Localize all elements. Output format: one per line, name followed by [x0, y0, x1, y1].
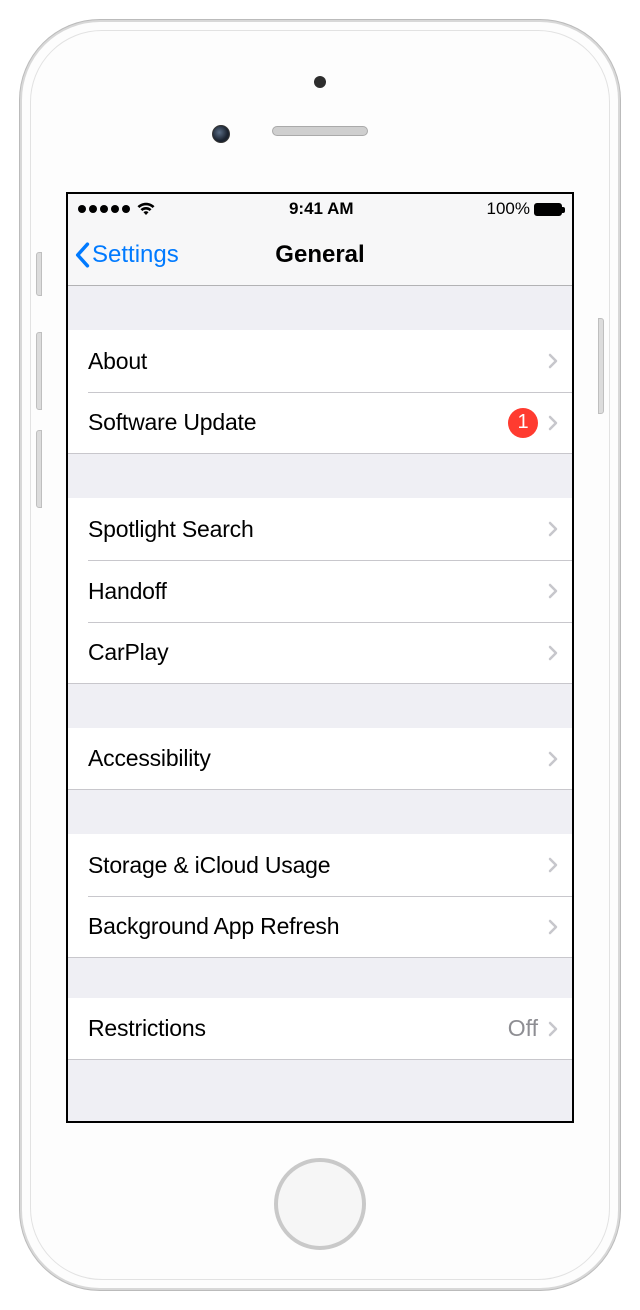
status-left	[78, 202, 156, 216]
cell-label: Background App Refresh	[88, 913, 548, 940]
group-spacer	[68, 454, 572, 498]
cell-divider	[88, 392, 572, 393]
group-spacer	[68, 1060, 572, 1100]
top-sensor-dot	[314, 76, 326, 88]
chevron-right-icon	[548, 919, 558, 935]
cell-divider	[88, 622, 572, 623]
cell-label: CarPlay	[88, 639, 548, 666]
cell-about[interactable]: About	[68, 330, 572, 392]
mute-switch	[36, 252, 42, 296]
back-label: Settings	[92, 241, 179, 269]
chevron-right-icon	[548, 415, 558, 431]
cell-accessibility[interactable]: Accessibility	[68, 728, 572, 790]
chevron-right-icon	[548, 645, 558, 661]
settings-content: About Software Update 1	[68, 286, 572, 1100]
cell-label: Software Update	[88, 409, 508, 436]
chevron-right-icon	[548, 521, 558, 537]
battery-indicator: 100%	[487, 199, 562, 219]
front-camera	[212, 125, 230, 143]
cell-label: Accessibility	[88, 745, 548, 772]
back-button[interactable]: Settings	[68, 241, 179, 269]
cell-divider	[88, 560, 572, 561]
chevron-right-icon	[548, 1021, 558, 1037]
notification-badge: 1	[508, 408, 538, 438]
status-bar: 9:41 AM 100%	[68, 194, 572, 224]
group-spacer	[68, 286, 572, 330]
battery-percentage: 100%	[487, 199, 530, 219]
cell-label: Storage & iCloud Usage	[88, 852, 548, 879]
wifi-icon	[136, 202, 156, 216]
signal-strength-icon	[78, 205, 130, 213]
group-spacer	[68, 790, 572, 834]
chevron-right-icon	[548, 583, 558, 599]
volume-up-button	[36, 332, 42, 410]
status-right: 100%	[487, 199, 562, 219]
cell-label: Spotlight Search	[88, 516, 548, 543]
status-time: 9:41 AM	[289, 199, 354, 219]
cell-label: Restrictions	[88, 1015, 508, 1042]
cell-label: Handoff	[88, 578, 548, 605]
power-button	[598, 318, 604, 414]
cell-label: About	[88, 348, 548, 375]
cell-storage-icloud[interactable]: Storage & iCloud Usage	[68, 834, 572, 896]
nav-bar: Settings General	[68, 224, 572, 286]
cell-background-app-refresh[interactable]: Background App Refresh	[68, 896, 572, 958]
chevron-right-icon	[548, 751, 558, 767]
chevron-right-icon	[548, 353, 558, 369]
home-button[interactable]	[274, 1158, 366, 1250]
cell-software-update[interactable]: Software Update 1	[68, 392, 572, 454]
group-spacer	[68, 684, 572, 728]
screen: 9:41 AM 100% Settings General	[66, 192, 574, 1123]
earpiece-speaker	[272, 126, 368, 136]
group-spacer	[68, 958, 572, 998]
cell-carplay[interactable]: CarPlay	[68, 622, 572, 684]
cell-value: Off	[508, 1015, 538, 1042]
phone-frame: 9:41 AM 100% Settings General	[20, 20, 620, 1290]
cell-spotlight-search[interactable]: Spotlight Search	[68, 498, 572, 560]
battery-icon	[534, 203, 562, 216]
cell-divider	[88, 896, 572, 897]
cell-restrictions[interactable]: Restrictions Off	[68, 998, 572, 1060]
volume-down-button	[36, 430, 42, 508]
chevron-right-icon	[548, 857, 558, 873]
chevron-left-icon	[74, 242, 90, 268]
cell-handoff[interactable]: Handoff	[68, 560, 572, 622]
